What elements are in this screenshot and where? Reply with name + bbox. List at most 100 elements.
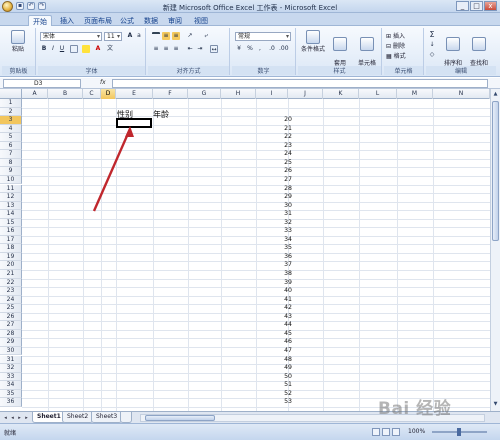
tab-page-layout[interactable]: 页面布局 [80, 15, 116, 26]
fill-color-icon[interactable] [82, 45, 90, 53]
cell-styles-button[interactable]: 单元格 样式 [354, 30, 380, 76]
delete-cells-button[interactable]: ⊟ 删除 [386, 41, 422, 50]
delete-icon: ⊟ [386, 43, 393, 50]
zoom-level[interactable]: 100% [408, 428, 425, 435]
column-header-F[interactable]: F [153, 89, 188, 99]
phonetic-icon[interactable]: 文 [106, 45, 114, 53]
zoom-knob[interactable] [457, 428, 461, 436]
format-as-table-button[interactable]: 套用 表格格式 [326, 30, 354, 76]
underline-button[interactable]: U [58, 45, 66, 53]
bold-button[interactable]: B [40, 45, 48, 53]
sheet-tab-1[interactable]: Sheet1 [32, 412, 66, 423]
decrease-indent-icon[interactable]: ⇤ [186, 45, 194, 53]
minimize-button[interactable]: _ [456, 1, 469, 11]
column-header-K[interactable]: K [323, 89, 359, 99]
page-layout-view-icon[interactable] [382, 428, 390, 436]
fx-icon[interactable]: fx [100, 79, 106, 86]
insert-sheet-icon[interactable] [120, 412, 132, 423]
shrink-font-icon[interactable]: a [135, 32, 143, 40]
select-all-corner[interactable] [0, 89, 22, 99]
next-sheet-icon[interactable]: ▸ [16, 414, 23, 422]
increase-decimal-icon[interactable]: .0 [268, 45, 276, 53]
column-header-G[interactable]: G [188, 89, 221, 99]
tab-home[interactable]: 开始 [28, 15, 52, 26]
align-left-icon[interactable]: ≡ [152, 45, 160, 53]
format-label: 格式 [393, 53, 406, 60]
percent-button[interactable]: % [246, 45, 254, 53]
sheet-tab-2[interactable]: Sheet2 [62, 412, 94, 423]
group-label: 样式 [298, 66, 381, 75]
scroll-down-icon[interactable]: ▼ [492, 401, 499, 409]
clear-icon[interactable]: ◇ [428, 51, 436, 59]
sort-filter-button[interactable]: 排序和 筛选 [440, 30, 466, 76]
sheet-tab-3[interactable]: Sheet3 [91, 412, 123, 423]
column-header-E[interactable]: E [116, 89, 153, 99]
comma-button[interactable]: , [256, 45, 264, 53]
page-break-view-icon[interactable] [392, 428, 400, 436]
align-middle-icon[interactable]: ≡ [162, 32, 170, 40]
column-header-I[interactable]: I [256, 89, 288, 99]
column-header-D[interactable]: D [101, 89, 116, 99]
font-name-select[interactable]: 宋体 [40, 32, 102, 41]
close-button[interactable]: x [484, 1, 497, 11]
column-header-C[interactable]: C [83, 89, 101, 99]
formula-input[interactable] [112, 79, 488, 88]
normal-view-icon[interactable] [372, 428, 380, 436]
column-header-L[interactable]: L [359, 89, 397, 99]
decrease-decimal-icon[interactable]: .00 [279, 45, 289, 53]
column-header-A[interactable]: A [22, 89, 48, 99]
conditional-format-icon [306, 30, 320, 44]
vertical-scroll-thumb[interactable] [492, 101, 499, 241]
paste-button[interactable]: 粘贴 [4, 30, 32, 62]
column-header-M[interactable]: M [397, 89, 433, 99]
wrap-text-icon[interactable]: ⤶ [202, 32, 210, 40]
border-icon[interactable] [70, 45, 78, 53]
first-sheet-icon[interactable]: ◂ [2, 414, 9, 422]
group-label: 数字 [232, 66, 295, 75]
column-header-N[interactable]: N [433, 89, 490, 99]
increase-indent-icon[interactable]: ⇥ [196, 45, 204, 53]
worksheet-grid[interactable]: 1 2 3 4 5 6 7 8 9 10 11 12 13 14 15 16 17 18 19 20 21 22 23 24 2… [0, 99, 490, 411]
window-controls: _ □ x [456, 1, 497, 11]
tab-insert[interactable]: 插入 [56, 15, 78, 26]
align-center-icon[interactable]: ≡ [162, 45, 170, 53]
font-size-select[interactable]: 11 [104, 32, 122, 41]
insert-cells-button[interactable]: ⊞ 插入 [386, 31, 422, 40]
italic-button[interactable]: I [49, 45, 57, 53]
tab-data[interactable]: 数据 [140, 15, 162, 26]
autosum-icon[interactable]: Σ [428, 31, 436, 39]
vertical-scrollbar[interactable]: ▲ ▼ [490, 89, 500, 411]
fill-icon[interactable]: ↓ [428, 41, 436, 49]
column-header-J[interactable]: J [288, 89, 323, 99]
align-right-icon[interactable]: ≡ [172, 45, 180, 53]
name-box[interactable]: D3 [3, 79, 81, 88]
column-header-B[interactable]: B [48, 89, 83, 99]
number-format-select[interactable]: 常规 [235, 32, 291, 41]
conditional-format-button[interactable]: 条件格式 [300, 30, 326, 62]
annotation-arrow [92, 126, 134, 212]
align-top-icon[interactable] [152, 32, 160, 40]
currency-icon[interactable]: ¥ [235, 45, 243, 53]
text-direction-icon[interactable]: ↗ [186, 32, 194, 40]
conditional-format-label: 条件格式 [300, 46, 325, 53]
merge-center-icon[interactable]: ↔ [210, 45, 218, 53]
find-select-button[interactable]: 查找和 选择 [466, 30, 492, 76]
horizontal-scroll-thumb[interactable] [145, 415, 215, 421]
column-header-H[interactable]: H [221, 89, 256, 99]
maximize-button[interactable]: □ [470, 1, 483, 11]
font-color-icon[interactable]: A [94, 45, 102, 53]
last-sheet-icon[interactable]: ▸ [23, 414, 30, 422]
zoom-slider[interactable] [432, 428, 487, 436]
prev-sheet-icon[interactable]: ◂ [9, 414, 16, 422]
formula-bar: D3 fx [0, 78, 500, 89]
group-label: 编辑 [426, 66, 496, 75]
scroll-up-icon[interactable]: ▲ [492, 91, 499, 99]
tab-formulas[interactable]: 公式 [116, 15, 138, 26]
view-buttons [372, 428, 400, 436]
group-label: 字体 [38, 66, 145, 75]
align-bottom-icon[interactable]: ≡ [172, 32, 180, 40]
format-cells-button[interactable]: ▦ 格式 [386, 51, 422, 60]
grow-font-icon[interactable]: A [126, 32, 134, 40]
tab-review[interactable]: 审阅 [164, 15, 186, 26]
tab-view[interactable]: 视图 [190, 15, 212, 26]
